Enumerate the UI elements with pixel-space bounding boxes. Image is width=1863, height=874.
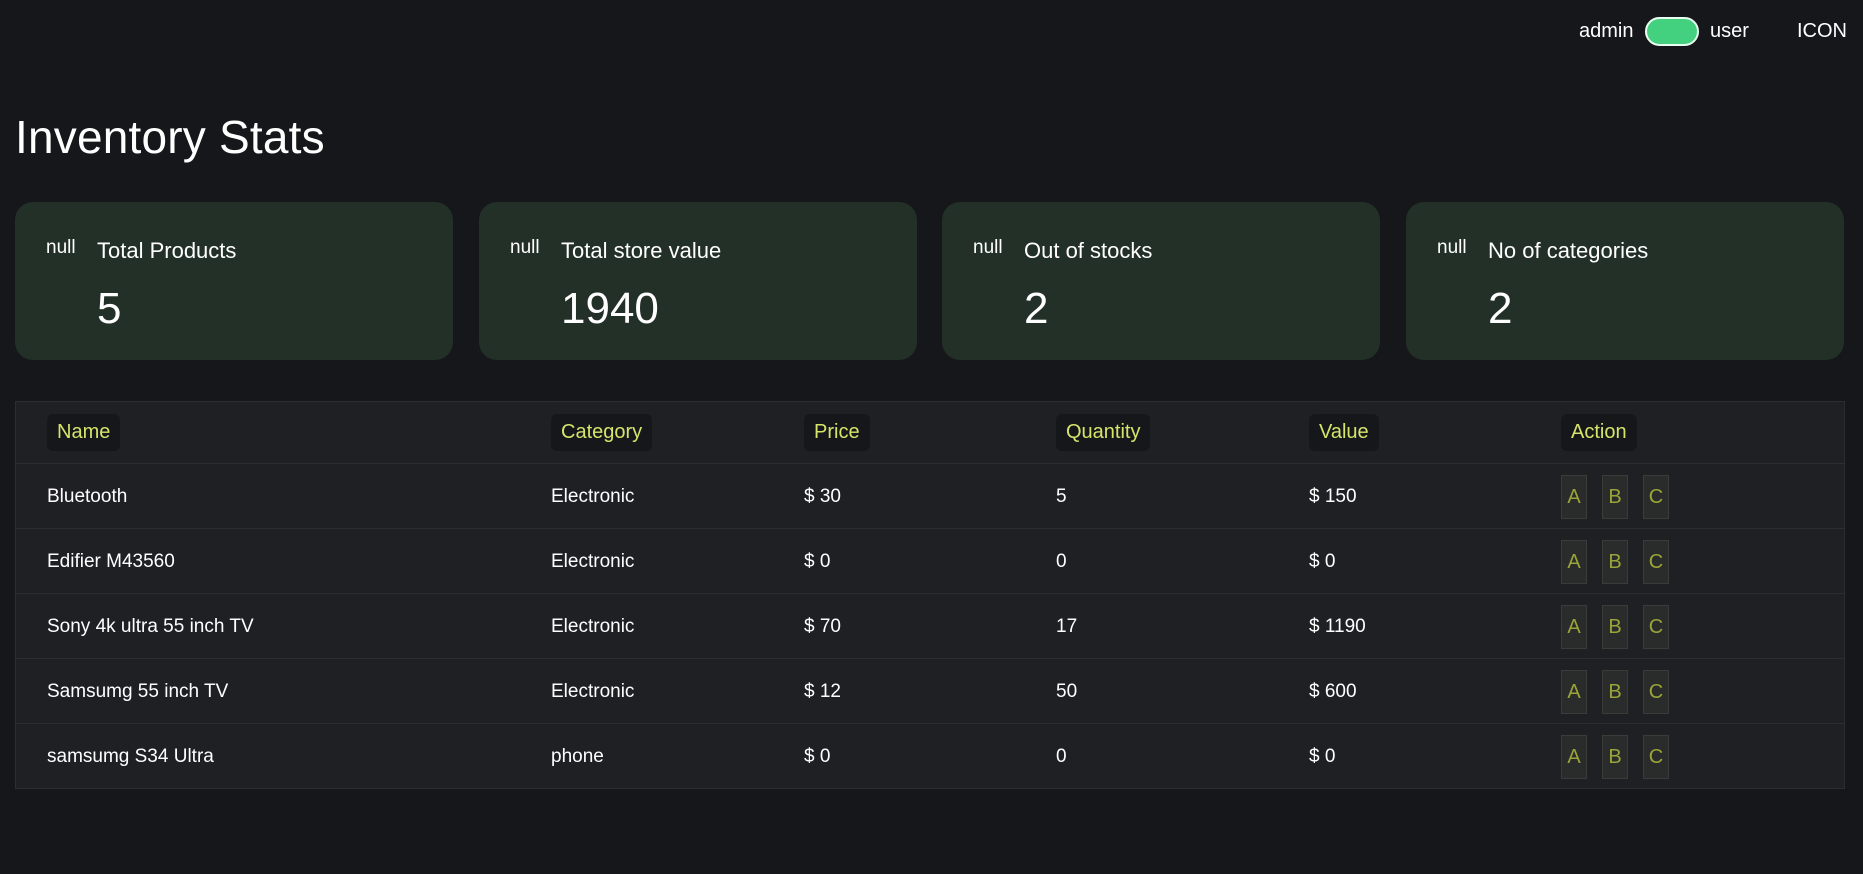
card-label: Total store value xyxy=(561,238,722,263)
action-b-button[interactable]: B xyxy=(1602,605,1628,649)
action-a-button[interactable]: A xyxy=(1561,605,1587,649)
cell-category: Electronic xyxy=(551,551,635,572)
user-label: user xyxy=(1710,20,1749,42)
cell-category: phone xyxy=(551,746,604,767)
cell-quantity: 50 xyxy=(1056,681,1078,702)
cell-name: Samsumg 55 inch TV xyxy=(47,681,229,702)
card-label: Out of stocks xyxy=(1024,238,1153,263)
cell-quantity: 5 xyxy=(1056,486,1067,507)
card-value: 5 xyxy=(97,284,122,333)
cell-value: $ 1190 xyxy=(1309,616,1366,637)
action-b-button[interactable]: B xyxy=(1602,670,1628,714)
card-value: 1940 xyxy=(561,284,659,333)
cell-value: $ 0 xyxy=(1309,551,1336,572)
cell-price: $ 70 xyxy=(804,616,841,637)
cell-quantity: 0 xyxy=(1056,551,1067,572)
cell-name: samsumg S34 Ultra xyxy=(47,746,214,767)
table-row: Edifier M43560 Electronic $ 0 0 $ 0 A B … xyxy=(16,529,1844,594)
table-row: Bluetooth Electronic $ 30 5 $ 150 A B C xyxy=(16,464,1844,529)
column-header-value[interactable]: Value xyxy=(1309,414,1379,451)
cell-price: $ 0 xyxy=(804,746,831,767)
column-header-quantity[interactable]: Quantity xyxy=(1056,414,1151,451)
stat-card-no-of-categories: null No of categories 2 xyxy=(1406,202,1844,360)
action-c-button[interactable]: C xyxy=(1643,735,1669,779)
action-a-button[interactable]: A xyxy=(1561,670,1587,714)
cell-name: Sony 4k ultra 55 inch TV xyxy=(47,616,254,637)
table-row: Sony 4k ultra 55 inch TV Electronic $ 70… xyxy=(16,594,1844,659)
table-row: samsumg S34 Ultra phone $ 0 0 $ 0 A B C xyxy=(16,724,1844,789)
table-header: Name Category Price Quantity Value Actio… xyxy=(16,402,1844,464)
action-a-button[interactable]: A xyxy=(1561,735,1587,779)
table-row: Samsumg 55 inch TV Electronic $ 12 50 $ … xyxy=(16,659,1844,724)
action-b-button[interactable]: B xyxy=(1602,475,1628,519)
cell-category: Electronic xyxy=(551,681,635,702)
cell-price: $ 0 xyxy=(804,551,831,572)
column-header-name[interactable]: Name xyxy=(47,414,121,451)
stat-card-total-store-value: null Total store value 1940 xyxy=(479,202,917,360)
profile-icon[interactable]: ICON xyxy=(1797,20,1847,43)
card-icon: null xyxy=(46,237,76,258)
cell-category: Electronic xyxy=(551,486,635,507)
action-b-button[interactable]: B xyxy=(1602,735,1628,779)
cell-value: $ 0 xyxy=(1309,746,1336,767)
card-value: 2 xyxy=(1488,284,1513,333)
column-header-category[interactable]: Category xyxy=(551,414,653,451)
action-c-button[interactable]: C xyxy=(1643,605,1669,649)
card-icon: null xyxy=(1437,237,1467,258)
cell-category: Electronic xyxy=(551,616,635,637)
card-label: Total Products xyxy=(97,238,237,263)
card-value: 2 xyxy=(1024,284,1049,333)
admin-label: admin xyxy=(1579,20,1634,42)
cell-price: $ 30 xyxy=(804,486,841,507)
action-c-button[interactable]: C xyxy=(1643,475,1669,519)
cell-name: Edifier M43560 xyxy=(47,551,175,572)
card-label: No of categories xyxy=(1488,238,1649,263)
column-header-action: Action xyxy=(1561,414,1637,451)
action-c-button[interactable]: C xyxy=(1643,540,1669,584)
cell-price: $ 12 xyxy=(804,681,841,702)
inventory-table: Name Category Price Quantity Value Actio… xyxy=(15,401,1845,789)
action-a-button[interactable]: A xyxy=(1561,540,1587,584)
cell-quantity: 0 xyxy=(1056,746,1067,767)
stat-card-total-products: null Total Products 5 xyxy=(15,202,453,360)
action-c-button[interactable]: C xyxy=(1643,670,1669,714)
top-bar: admin user ICON xyxy=(0,0,1863,66)
page-title: Inventory Stats xyxy=(15,111,325,163)
card-icon: null xyxy=(973,237,1003,258)
role-toggle[interactable] xyxy=(1645,17,1699,46)
action-a-button[interactable]: A xyxy=(1561,475,1587,519)
card-icon: null xyxy=(510,237,540,258)
cell-value: $ 150 xyxy=(1309,486,1357,507)
cell-name: Bluetooth xyxy=(47,486,128,507)
stat-card-out-of-stocks: null Out of stocks 2 xyxy=(942,202,1380,360)
action-b-button[interactable]: B xyxy=(1602,540,1628,584)
cell-quantity: 17 xyxy=(1056,616,1078,637)
column-header-price[interactable]: Price xyxy=(804,414,870,451)
stats-cards: null Total Products 5 null Total store v… xyxy=(15,202,1845,360)
cell-value: $ 600 xyxy=(1309,681,1357,702)
